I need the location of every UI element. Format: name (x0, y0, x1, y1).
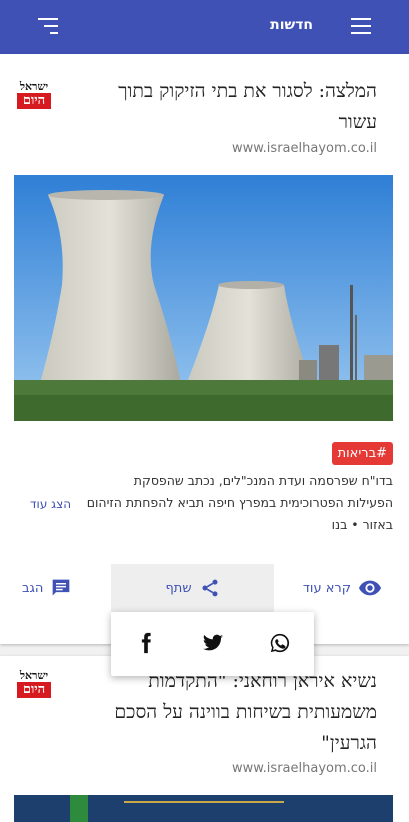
hamburger-menu-icon[interactable] (351, 18, 371, 34)
publisher-logo: ישראל היום (17, 670, 51, 700)
twitter-icon[interactable] (202, 632, 224, 654)
show-more-link[interactable]: הצג עוד (30, 497, 71, 511)
article-card[interactable]: נשיא איראן רוחאני: "התקדמות משמעותית בשי… (0, 656, 409, 822)
article-card[interactable]: המלצה: לסגור את בתי הזיקוק בתוך עשור www… (0, 54, 409, 644)
page-title: חדשות (270, 17, 313, 33)
app-bar: חדשות (0, 0, 409, 54)
article-headline[interactable]: המלצה: לסגור את בתי הזיקוק בתוך עשור (47, 76, 377, 138)
share-label: שתף (165, 580, 192, 596)
read-more-label: קרא עוד (302, 580, 351, 596)
eye-icon (359, 580, 381, 596)
share-popup (111, 612, 314, 676)
sort-icon[interactable] (36, 18, 58, 34)
comment-label: הגב (22, 580, 44, 596)
article-headline[interactable]: נשיא איראן רוחאני: "התקדמות משמעותית בשי… (37, 666, 377, 759)
share-icon (202, 579, 218, 597)
article-image[interactable] (14, 175, 393, 421)
whatsapp-icon[interactable] (269, 632, 291, 654)
article-snippet: בדו"ח שפרסמה ועדת המנכ"לים, נכתב שהפסקת … (86, 473, 393, 532)
article-source: www.israelhayom.co.il (231, 141, 377, 156)
publisher-logo: ישראל היום (17, 81, 51, 111)
category-tag[interactable]: #בריאות (331, 442, 393, 465)
article-actions: קרא עוד שתף הגב (0, 564, 409, 612)
read-more-button[interactable]: קרא עוד (303, 564, 381, 612)
comment-button[interactable]: הגב (22, 564, 71, 612)
share-button[interactable]: שתף (111, 564, 274, 612)
facebook-icon[interactable] (135, 632, 157, 654)
article-image[interactable] (14, 795, 393, 822)
comment-icon (53, 579, 70, 596)
article-source: www.israelhayom.co.il (231, 761, 377, 776)
